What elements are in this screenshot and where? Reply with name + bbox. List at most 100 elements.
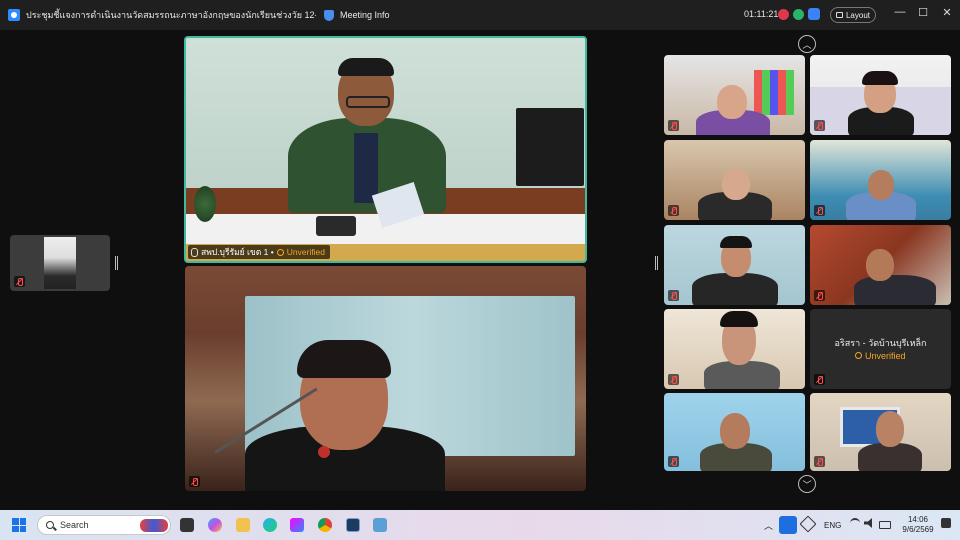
gallery-scroll-up-button[interactable]: ︿ [798, 35, 816, 53]
self-video [44, 237, 76, 289]
mic-muted-icon [668, 456, 679, 467]
notification-icon[interactable] [941, 518, 951, 528]
gallery-scroll-down-button[interactable]: ﹀ [798, 475, 816, 493]
person-hair [720, 236, 752, 248]
volume-icon[interactable] [864, 518, 872, 528]
participant-status: Unverified [810, 351, 951, 361]
participant-large-video[interactable] [185, 266, 586, 491]
person-body [692, 273, 778, 305]
tray-overflow-button[interactable]: ︿ [764, 519, 773, 532]
layout-label: Layout [845, 10, 871, 20]
minimize-button[interactable]: — [893, 6, 907, 18]
speaker-hair [338, 58, 394, 76]
mic-icon [191, 247, 198, 257]
gallery-tile-3[interactable] [664, 140, 805, 220]
wifi-icon[interactable] [850, 518, 860, 528]
copilot-icon[interactable] [208, 518, 222, 532]
wall-poster [754, 70, 794, 115]
photos-icon[interactable] [373, 518, 387, 532]
taskbar-search-box[interactable]: Search [37, 515, 171, 535]
speaker-name-tag: สพป.บุรีรัมย์ เขต 1 • Unverified [188, 245, 330, 259]
meeting-info-button[interactable]: Meeting Info [324, 9, 390, 21]
speaker-status: Unverified [286, 247, 325, 257]
mic-muted-icon [14, 276, 25, 287]
windows-taskbar: Search ︿ ENG 14:06 9/6/2569 [0, 510, 960, 540]
record-icon[interactable] [778, 9, 789, 20]
meeting-info-label: Meeting Info [340, 10, 390, 20]
mic-muted-icon [189, 476, 200, 487]
warning-icon [276, 248, 284, 256]
self-view-tile[interactable] [10, 235, 110, 291]
splitter-handle-left[interactable] [115, 256, 118, 270]
person-body [858, 443, 922, 471]
gallery-tile-4[interactable] [810, 140, 951, 220]
person-hair [720, 311, 758, 327]
gallery-tile-7[interactable] [664, 309, 805, 389]
mic-muted-icon [814, 374, 825, 385]
windows-start-icon[interactable] [12, 518, 26, 532]
taskbar-clock[interactable]: 14:06 9/6/2569 [900, 515, 936, 535]
monitor [516, 108, 584, 186]
language-indicator[interactable]: ENG [824, 521, 841, 530]
person-head [720, 413, 750, 449]
task-view-icon[interactable] [180, 518, 194, 532]
gallery-tile-2[interactable] [810, 55, 951, 135]
splitter-handle-right[interactable] [655, 256, 658, 270]
media-player-icon[interactable] [290, 518, 304, 532]
microphone-base [316, 216, 356, 236]
gallery-tile-8[interactable] [664, 393, 805, 471]
person-head [868, 170, 894, 200]
share-icon[interactable] [808, 8, 820, 20]
gallery-tile-avatar[interactable]: อริสรา - วัดบ้านบุรีเหล็ก Unverified [810, 309, 951, 389]
participant-name: อริสรา - วัดบ้านบุรีเหล็ก [834, 338, 927, 348]
security-status-icon[interactable] [793, 9, 804, 20]
chrome-icon[interactable] [318, 518, 332, 532]
battery-icon[interactable] [879, 521, 891, 529]
active-speaker-video[interactable]: สพป.บุรีรัมย์ เขต 1 • Unverified [184, 36, 587, 263]
gallery-tile-9[interactable] [810, 393, 951, 471]
app-logo-icon [8, 9, 20, 21]
gallery-tile-6[interactable] [810, 225, 951, 305]
mic-muted-icon [668, 205, 679, 216]
maximize-button[interactable]: ☐ [916, 6, 930, 19]
shield-icon [324, 9, 334, 21]
meeting-timer: 01:11:21 [744, 9, 779, 19]
search-icon [46, 521, 54, 529]
location-icon[interactable] [799, 515, 817, 533]
speaker-name: สพป.บุรีรัมย์ เขต 1 • [201, 247, 274, 257]
mic-muted-icon [668, 120, 679, 131]
person-head [717, 85, 747, 119]
meeting-title: ประชุมชี้แจงการดำเนินงานวัดสมรรถนะภาษาอั… [26, 10, 316, 20]
mic-muted-icon [814, 205, 825, 216]
mic-muted-icon [814, 120, 825, 131]
layout-button[interactable]: Layout [830, 7, 876, 23]
edge-browser-icon[interactable] [263, 518, 277, 532]
layout-icon [835, 12, 843, 18]
person-hair [862, 71, 898, 85]
person-head [876, 411, 904, 447]
mic-muted-icon [668, 374, 679, 385]
microphone-in-use-icon[interactable] [779, 516, 797, 534]
person-body [704, 361, 780, 389]
participant-hair [297, 340, 391, 378]
meeting-app-icon[interactable] [346, 518, 360, 532]
meeting-stage: สพป.บุรีรัมย์ เขต 1 • Unverified ︿ อริสร… [0, 30, 960, 510]
gallery-tile-1[interactable] [664, 55, 805, 135]
close-button[interactable]: ✕ [940, 6, 954, 19]
speaker-glasses [346, 96, 390, 108]
microphone-tip [318, 446, 330, 458]
mic-muted-icon [814, 290, 825, 301]
person-body [854, 275, 936, 305]
mic-muted-icon [668, 290, 679, 301]
mic-muted-icon [814, 456, 825, 467]
participant-status-text: Unverified [864, 351, 906, 361]
person-head [722, 168, 750, 200]
clock-date: 9/6/2569 [902, 525, 934, 534]
warning-icon [855, 352, 863, 359]
speaker-shirt [354, 133, 378, 203]
file-explorer-icon[interactable] [236, 518, 250, 532]
search-placeholder: Search [60, 520, 89, 530]
gallery-tile-5[interactable] [664, 225, 805, 305]
clock-time: 14:06 [907, 515, 929, 524]
flower-decoration [194, 186, 216, 222]
